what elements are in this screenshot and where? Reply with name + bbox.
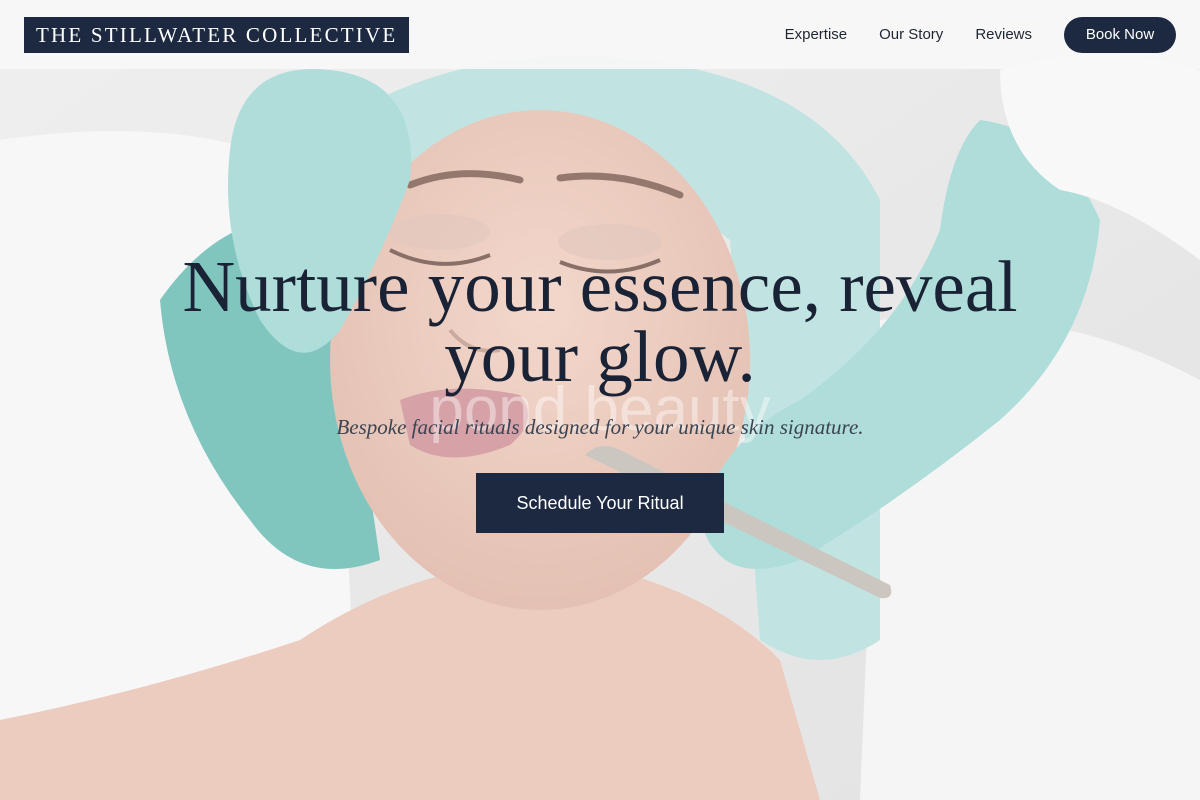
book-now-button[interactable]: Book Now	[1064, 16, 1176, 53]
site-logo[interactable]: THE STILLWATER COLLECTIVE	[24, 16, 410, 53]
nav-link-our-story[interactable]: Our Story	[879, 26, 943, 43]
hero-title: Nurture your essence, reveal your glow.	[182, 246, 1018, 397]
nav-link-reviews[interactable]: Reviews	[975, 26, 1032, 43]
navbar: THE STILLWATER COLLECTIVE Expertise Our …	[0, 0, 1200, 69]
hero-section: Nurture your essence, reveal your glow. …	[0, 246, 1200, 533]
schedule-ritual-button[interactable]: Schedule Your Ritual	[476, 473, 724, 533]
hero-subtitle: Bespoke facial rituals designed for your…	[336, 415, 864, 439]
nav-link-expertise[interactable]: Expertise	[785, 26, 848, 43]
main-nav: Expertise Our Story Reviews Book Now	[785, 16, 1176, 53]
